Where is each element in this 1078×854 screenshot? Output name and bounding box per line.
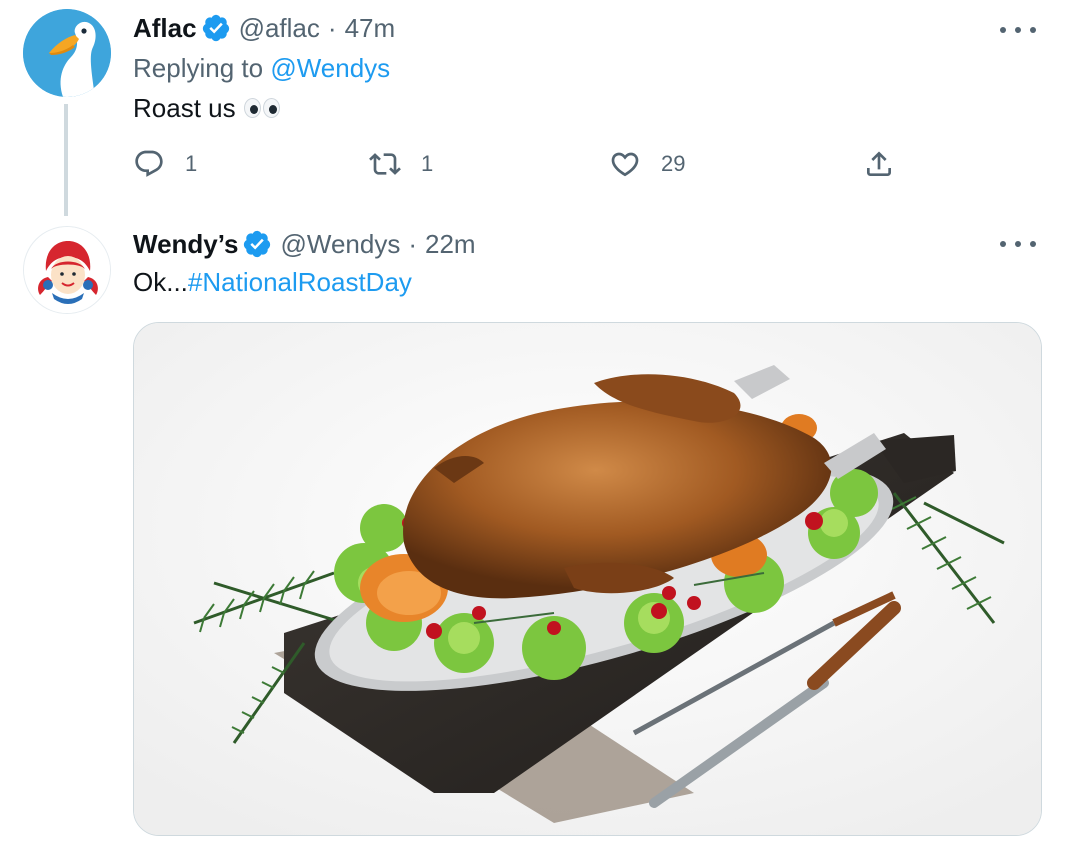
reply-button[interactable]: 1 bbox=[133, 148, 197, 180]
retweet-icon bbox=[369, 153, 401, 175]
tweet-header: Aflac @aflac · 47m bbox=[133, 12, 395, 44]
retweet-count: 1 bbox=[421, 151, 434, 176]
reply-count: 1 bbox=[185, 151, 198, 176]
replying-to-line: Replying to @Wendys bbox=[133, 52, 390, 84]
author-handle[interactable]: @Wendys bbox=[280, 228, 400, 260]
tweet-time[interactable]: 22m bbox=[425, 228, 476, 260]
separator-dot: · bbox=[408, 229, 417, 259]
replying-to-label: Replying to bbox=[133, 53, 271, 83]
verified-icon bbox=[202, 14, 229, 42]
like-count: 29 bbox=[661, 151, 686, 176]
retweet-button[interactable]: 1 bbox=[369, 148, 433, 180]
like-button[interactable]: 29 bbox=[609, 148, 685, 180]
hashtag-link[interactable]: #NationalRoastDay bbox=[188, 266, 412, 298]
separator-dot: · bbox=[327, 13, 337, 43]
avatar-aflac[interactable] bbox=[23, 9, 111, 97]
like-icon bbox=[611, 152, 639, 177]
avatar-wendys[interactable] bbox=[23, 226, 111, 314]
tweet-text-content: Roast us bbox=[133, 93, 236, 123]
reply-icon bbox=[135, 150, 163, 177]
tweet-actions: 1 1 29 bbox=[133, 148, 913, 184]
tweet-text-content: Ok... bbox=[133, 267, 188, 297]
tweet-text: Ok... #NationalRoastDay bbox=[133, 266, 412, 298]
share-button[interactable] bbox=[863, 148, 895, 180]
replying-to-link[interactable]: @Wendys bbox=[270, 53, 390, 83]
tweet-header: Wendy’s @Wendys · 22m bbox=[133, 228, 476, 260]
tweet-wendys[interactable]: Wendy’s @Wendys · 22m Ok... #NationalRoas… bbox=[0, 216, 1078, 854]
more-icon[interactable] bbox=[1000, 20, 1036, 40]
roast-duck-photo bbox=[134, 323, 1041, 835]
more-icon[interactable] bbox=[1000, 234, 1036, 254]
aflac-duck-logo bbox=[23, 9, 111, 97]
verified-icon bbox=[244, 230, 271, 258]
tweet-text: Roast us bbox=[133, 92, 280, 124]
tweet-media-photo[interactable] bbox=[133, 322, 1042, 836]
wendys-logo bbox=[24, 227, 110, 313]
author-handle[interactable]: @aflac bbox=[239, 12, 320, 44]
tweet-time[interactable]: 47m bbox=[345, 12, 396, 44]
author-name[interactable]: Aflac bbox=[133, 12, 197, 44]
share-icon bbox=[867, 151, 891, 176]
author-name[interactable]: Wendy’s bbox=[133, 228, 238, 260]
tweet-aflac[interactable]: Aflac @aflac · 47m Replying to @Wendys R… bbox=[0, 0, 1078, 216]
eyes-emoji-icon bbox=[243, 98, 280, 118]
